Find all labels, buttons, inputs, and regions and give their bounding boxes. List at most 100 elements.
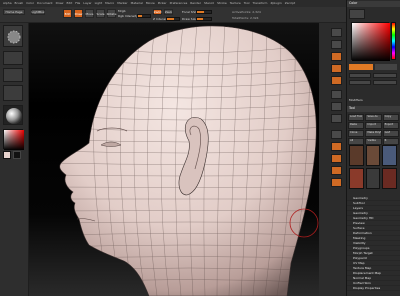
menu-item-marker[interactable]: Marker [117, 1, 127, 6]
tool-button-load-tool[interactable]: Load Tool [348, 114, 365, 121]
modifiers-label[interactable]: Modifiers [347, 98, 400, 103]
view-button-7[interactable] [331, 102, 342, 111]
menu-item-edit[interactable]: Edit [66, 1, 72, 6]
brush-selector[interactable] [3, 25, 23, 47]
menu-item-transform[interactable]: Transform [253, 1, 268, 6]
material-selector[interactable] [3, 105, 23, 125]
menu-item-macro[interactable]: Macro [105, 1, 114, 6]
texture-selector[interactable] [3, 85, 23, 101]
scale-button[interactable]: Scale [96, 9, 105, 18]
tool-button-clone[interactable]: Clone [348, 130, 365, 137]
top-shelf: Home Page LightBox Edit Draw Move Scale … [0, 7, 346, 23]
view-button-3[interactable] [331, 52, 342, 61]
menu-item-light[interactable]: Light [95, 1, 103, 6]
tool-button-all[interactable]: All [348, 138, 365, 145]
clear-button[interactable] [373, 80, 397, 85]
tool-thumb-6[interactable] [382, 168, 397, 189]
tool-thumb-5[interactable] [365, 168, 381, 189]
tool-button-copy[interactable]: Copy [382, 114, 399, 121]
focal-shift-slider[interactable] [196, 10, 212, 14]
canvas-viewport[interactable] [29, 23, 319, 296]
tool-button-make-polymesh3d[interactable]: Make PolyMesh3D [365, 130, 382, 137]
sysfill-button[interactable] [349, 80, 371, 85]
menu-item-material[interactable]: Material [131, 1, 143, 6]
rotate-button[interactable]: Rotate [107, 9, 116, 18]
menu-item-preferences[interactable]: Preferences [170, 1, 188, 6]
view-button-1[interactable] [331, 28, 342, 37]
menu-item-picker[interactable]: Picker [158, 1, 167, 6]
tool-button-visible[interactable]: Visible [365, 138, 382, 145]
tool-thumb-4[interactable] [349, 168, 364, 189]
view-button-4[interactable] [331, 64, 342, 73]
secondary-color-swatch[interactable] [13, 151, 21, 159]
mrgb-label[interactable]: Mrgb [118, 9, 126, 13]
fillobject-button[interactable] [349, 73, 371, 78]
menu-item-draw[interactable]: Draw [56, 1, 64, 6]
menu-item-zscript[interactable]: Zscript [285, 1, 295, 6]
rgb-intensity-label: Rgb Intensity [118, 14, 138, 18]
head-model[interactable] [29, 23, 319, 296]
rgb-intensity-slider[interactable] [137, 14, 151, 18]
material-sphere-icon [6, 108, 22, 124]
move-button[interactable]: Move [85, 9, 94, 18]
zadd-button[interactable]: Zadd [153, 9, 162, 15]
total-points-readout: TotalPoints: 2,324 [232, 16, 259, 20]
menu-item-texture[interactable]: Texture [230, 1, 241, 6]
edit-button[interactable]: Edit [63, 9, 72, 18]
switch-color-button[interactable] [349, 9, 365, 19]
color-gradient-icon [4, 130, 24, 150]
menu-item-file[interactable]: File [75, 1, 80, 6]
z-intensity-slider[interactable] [166, 17, 180, 21]
color-picker-mini[interactable] [3, 129, 24, 150]
menu-item-layer[interactable]: Layer [83, 1, 91, 6]
view-button-8[interactable] [331, 114, 342, 123]
tool-button-import[interactable]: Import [365, 122, 382, 129]
color-palette-title[interactable]: Color [347, 1, 400, 7]
menu-item-render[interactable]: Render [190, 1, 201, 6]
color-picker[interactable] [351, 22, 390, 61]
view-button-9[interactable] [331, 130, 342, 139]
tool-button-goz[interactable]: GoZ [382, 130, 399, 137]
main-color-swatch[interactable] [3, 151, 11, 159]
stroke-selector[interactable] [3, 51, 23, 65]
menu-item-movie[interactable]: Movie [146, 1, 155, 6]
view-button-10[interactable] [331, 142, 342, 151]
main-color-button[interactable] [349, 64, 373, 70]
status-bar [29, 290, 319, 296]
fill-all-button[interactable] [373, 73, 397, 78]
hue-strip[interactable] [391, 22, 396, 60]
lightbox-button[interactable]: LightBox [31, 9, 45, 15]
draw-button[interactable]: Draw [74, 9, 83, 18]
tool-thumb-head[interactable] [349, 145, 364, 166]
alpha-selector[interactable] [3, 68, 23, 82]
menu-item-stroke[interactable]: Stroke [217, 1, 227, 6]
view-button-13[interactable] [331, 178, 342, 187]
tool-thumb-sphere[interactable] [365, 145, 381, 166]
tool-button-save-as[interactable]: Save As [365, 114, 382, 121]
menu-item-tool[interactable]: Tool [244, 1, 250, 6]
menu-item-stencil[interactable]: Stencil [204, 1, 214, 6]
view-button-6[interactable] [331, 90, 342, 99]
tool-palette-title[interactable]: Tool [347, 106, 400, 112]
tool-button-export[interactable]: Export [382, 122, 399, 129]
menu-item-alpha[interactable]: Alpha [3, 1, 12, 6]
tool-thumb-polymesh[interactable] [382, 145, 397, 166]
tool-thumbnails [349, 145, 397, 189]
menu-item-brush[interactable]: Brush [15, 1, 24, 6]
left-tray [0, 23, 29, 296]
view-button-11[interactable] [331, 154, 342, 163]
view-button-12[interactable] [331, 166, 342, 175]
view-button-5[interactable] [331, 76, 342, 85]
tool-button-r[interactable]: R [382, 138, 399, 145]
draw-size-slider[interactable] [196, 17, 212, 21]
tool-button-paste[interactable]: Paste [348, 122, 365, 129]
home-page-button[interactable]: Home Page [3, 9, 25, 15]
secondary-color-button[interactable] [375, 64, 397, 70]
menu-item-document[interactable]: Document [37, 1, 53, 6]
subpalette-display-properties[interactable]: Display Properties [347, 286, 400, 291]
zsub-button[interactable]: Zsub [164, 9, 173, 15]
menu-item-color[interactable]: Color [26, 1, 34, 6]
view-button-2[interactable] [331, 40, 342, 49]
menu-item-zplugin[interactable]: Zplugin [270, 1, 281, 6]
tool-button-grid: Load Tool Save As Copy Paste Import Export Clo… [348, 114, 399, 145]
